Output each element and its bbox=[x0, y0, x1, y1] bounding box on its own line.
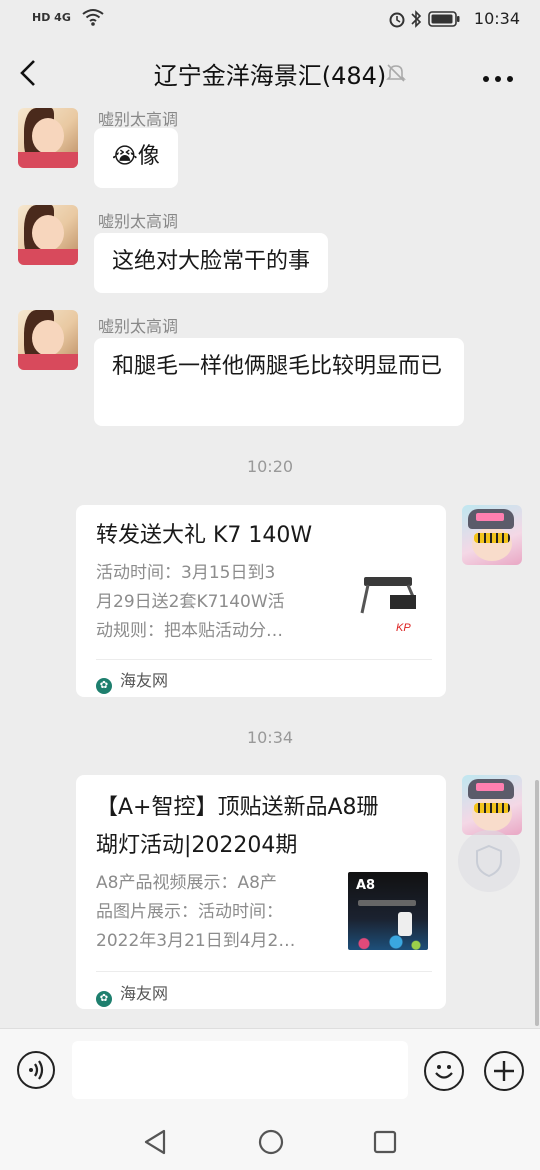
source-logo-icon: ✿ bbox=[96, 678, 112, 694]
sender-name: 嘘别太高调 bbox=[98, 110, 179, 129]
card-description: 活动时间：3月15日到3 月29日送2套K7140W活 动规则：把本贴活动分… bbox=[96, 563, 285, 641]
nav-recents-icon[interactable] bbox=[372, 1129, 398, 1159]
status-bar: HD 4G 10:34 bbox=[0, 0, 540, 38]
message-input[interactable] bbox=[72, 1041, 408, 1099]
avatar[interactable] bbox=[18, 310, 78, 370]
card-source: ✿ 海友网 bbox=[96, 667, 168, 694]
my-avatar[interactable] bbox=[462, 505, 522, 565]
more-icon[interactable] bbox=[482, 68, 514, 87]
message-bubble[interactable]: 和腿毛一样他俩腿毛比较明显而已 bbox=[94, 338, 464, 426]
emoji-icon[interactable] bbox=[424, 1051, 464, 1091]
signal-indicator: HD 4G bbox=[32, 11, 71, 24]
card-description: A8产品视频展示：A8产 品图片展示：活动时间： 2022年3月21日到4月2… bbox=[96, 873, 296, 951]
wifi-icon bbox=[82, 8, 104, 30]
svg-text:KP: KP bbox=[396, 622, 411, 634]
card-thumbnail: KP bbox=[356, 569, 426, 639]
card-title: 【A+智控】顶贴送新品A8珊 瑚灯活动|202204期 bbox=[96, 795, 379, 858]
bluetooth-icon bbox=[410, 9, 422, 33]
link-card[interactable]: 【A+智控】顶贴送新品A8珊 瑚灯活动|202204期 A8产品视频展示：A8产… bbox=[76, 775, 446, 1009]
message-bubble[interactable]: 这绝对大脸常干的事 bbox=[94, 233, 329, 293]
input-bar bbox=[0, 1028, 540, 1117]
timestamp: 10:20 bbox=[246, 457, 294, 476]
floating-shield-icon[interactable] bbox=[458, 830, 520, 892]
card-divider bbox=[96, 971, 432, 972]
avatar[interactable] bbox=[18, 108, 78, 168]
nav-back-icon[interactable] bbox=[142, 1128, 168, 1160]
group-title: 辽宁金洋海景汇(484) bbox=[153, 62, 387, 90]
sender-name: 嘘别太高调 bbox=[98, 212, 179, 231]
avatar[interactable] bbox=[18, 205, 78, 265]
scrollbar[interactable] bbox=[535, 780, 539, 1026]
card-title: 转发送大礼 K7 140W bbox=[96, 523, 313, 548]
voice-input-icon[interactable] bbox=[17, 1051, 55, 1089]
alarm-icon bbox=[388, 10, 406, 32]
timestamp: 10:34 bbox=[246, 728, 294, 747]
clock-time: 10:34 bbox=[473, 9, 520, 28]
link-card[interactable]: 转发送大礼 K7 140W 活动时间：3月15日到3 月29日送2套K7140W… bbox=[76, 505, 446, 697]
card-thumbnail: A8 bbox=[348, 872, 428, 950]
system-nav-bar bbox=[0, 1116, 540, 1170]
add-more-icon[interactable] bbox=[484, 1051, 524, 1091]
mute-bell-icon bbox=[385, 62, 407, 88]
battery-icon bbox=[428, 11, 460, 31]
chat-header: 辽宁金洋海景汇(484) bbox=[0, 38, 540, 108]
nav-home-icon[interactable] bbox=[257, 1128, 285, 1160]
source-logo-icon: ✿ bbox=[96, 991, 112, 1007]
sender-name: 嘘别太高调 bbox=[98, 317, 179, 336]
my-avatar[interactable] bbox=[462, 775, 522, 835]
card-divider bbox=[96, 659, 432, 660]
chat-messages[interactable]: 嘘别太高调 😭像 嘘别太高调 这绝对大脸常干的事 嘘别太高调 和腿毛一样他俩腿毛… bbox=[0, 108, 540, 1028]
message-bubble[interactable]: 😭像 bbox=[94, 128, 178, 188]
card-source: ✿ 海友网 bbox=[96, 980, 168, 1007]
